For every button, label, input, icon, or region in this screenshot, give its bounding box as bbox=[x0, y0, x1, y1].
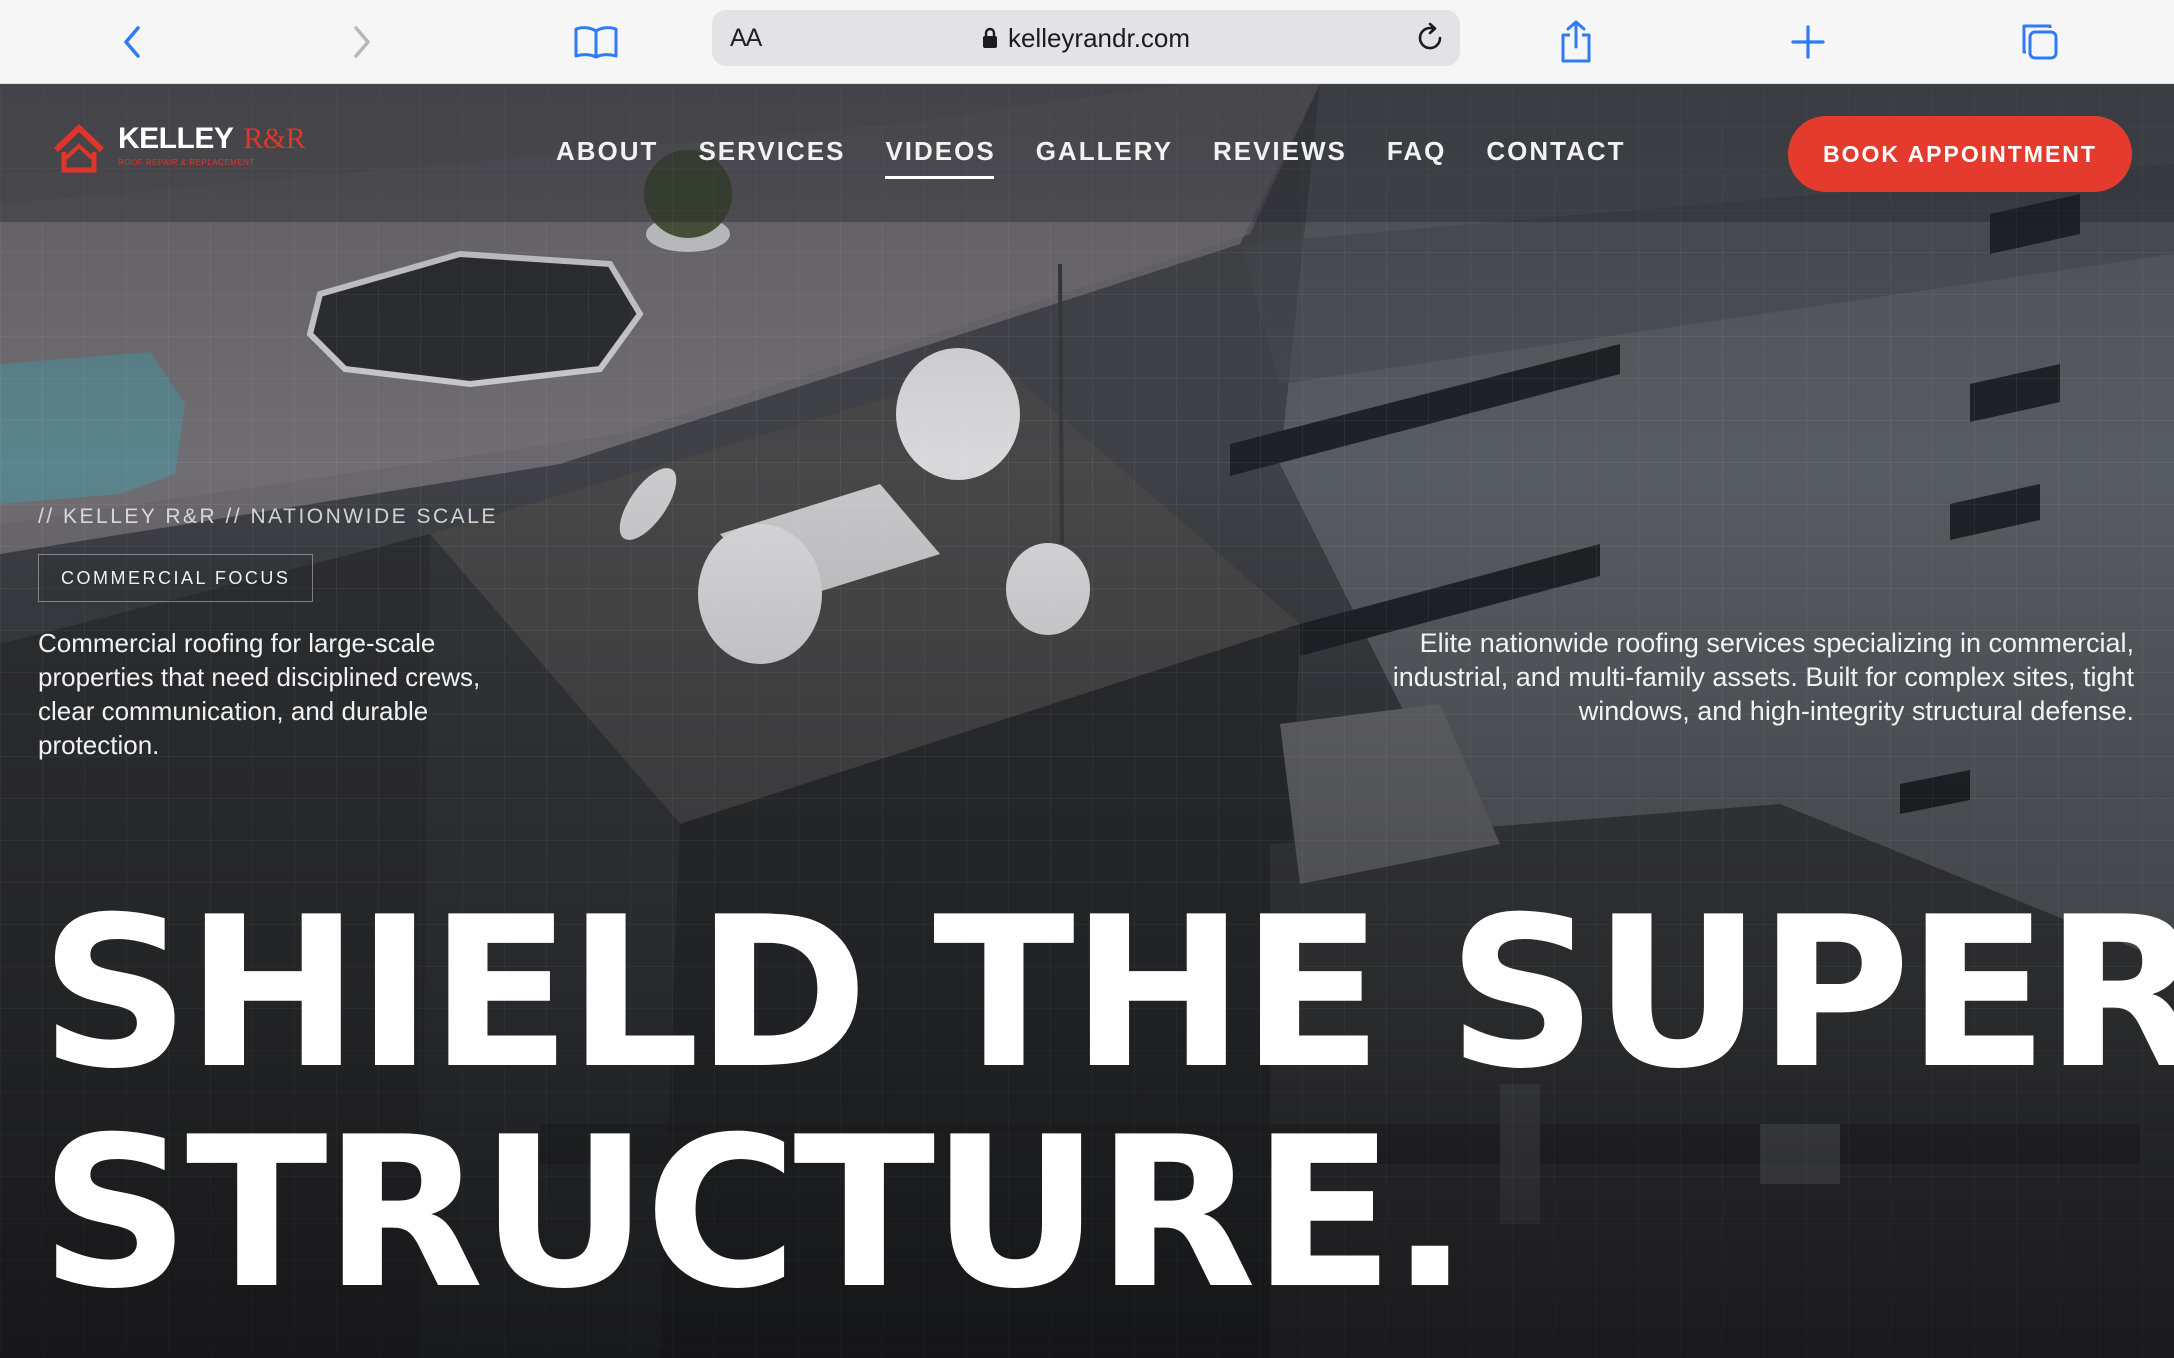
commercial-focus-badge: COMMERCIAL FOCUS bbox=[38, 554, 314, 602]
headline-line-2: STRUCTURE. bbox=[40, 1093, 1469, 1335]
nav-videos[interactable]: VIDEOS bbox=[885, 136, 995, 179]
book-appointment-button[interactable]: BOOK APPOINTMENT bbox=[1788, 116, 2132, 192]
nav-faq[interactable]: FAQ bbox=[1387, 136, 1446, 167]
nav-about[interactable]: ABOUT bbox=[556, 136, 658, 167]
bookmarks-button[interactable] bbox=[568, 14, 624, 70]
logo-tagline: ROOF REPAIR & REPLACEMENT bbox=[118, 158, 255, 167]
chevron-right-icon bbox=[354, 26, 370, 58]
house-roof-icon bbox=[53, 123, 105, 173]
logo-accent: R&R bbox=[243, 122, 306, 155]
nav-services[interactable]: SERVICES bbox=[698, 136, 845, 167]
share-icon bbox=[1561, 20, 1591, 63]
reload-icon bbox=[1418, 22, 1442, 50]
hero-eyebrow: // KELLEY R&R // NATIONWIDE SCALE bbox=[38, 505, 498, 528]
lock-icon bbox=[982, 27, 997, 48]
hero-section: KELLEY R&R ROOF REPAIR & REPLACEMENT ABOU… bbox=[0, 84, 2174, 1358]
headline-line-1: SHIELD THE SUPER bbox=[40, 873, 2174, 1115]
nav-contact[interactable]: CONTACT bbox=[1486, 136, 1625, 167]
tabs-icon bbox=[2022, 24, 2058, 60]
address-bar[interactable]: AA kelleyrandr.com bbox=[712, 10, 1460, 66]
hero-headline: SHIELD THE SUPER STRUCTURE. bbox=[40, 873, 2174, 1335]
chevron-left-icon bbox=[124, 26, 140, 58]
plus-icon bbox=[1791, 25, 1825, 59]
site-logo[interactable]: KELLEY R&R ROOF REPAIR & REPLACEMENT bbox=[52, 122, 306, 176]
reload-button[interactable] bbox=[1414, 22, 1446, 54]
url-text: kelleyrandr.com bbox=[1007, 22, 1191, 53]
logo-name: KELLEY R&R bbox=[118, 122, 306, 155]
hero-lead-left: Commercial roofing for large-scale prope… bbox=[38, 628, 481, 760]
back-button[interactable] bbox=[104, 14, 160, 70]
book-icon bbox=[574, 26, 618, 59]
forward-button[interactable] bbox=[334, 14, 390, 70]
url-display: kelleyrandr.com bbox=[712, 10, 1460, 66]
new-tab-button[interactable] bbox=[1780, 14, 1836, 70]
browser-toolbar: AA kelleyrandr.com bbox=[0, 0, 2174, 84]
hero-lead-right: Elite nationwide roofing services specia… bbox=[1392, 628, 2134, 726]
nav-reviews[interactable]: REVIEWS bbox=[1213, 136, 1347, 167]
site-header: KELLEY R&R ROOF REPAIR & REPLACEMENT ABOU… bbox=[0, 84, 2174, 222]
tabs-button[interactable] bbox=[2012, 14, 2068, 70]
share-button[interactable] bbox=[1548, 14, 1604, 70]
main-nav: ABOUT SERVICES VIDEOS GALLERY REVIEWS FA… bbox=[556, 136, 1666, 179]
logo-wordmark: KELLEY R&R ROOF REPAIR & REPLACEMENT bbox=[118, 122, 306, 167]
nav-gallery[interactable]: GALLERY bbox=[1036, 136, 1173, 167]
